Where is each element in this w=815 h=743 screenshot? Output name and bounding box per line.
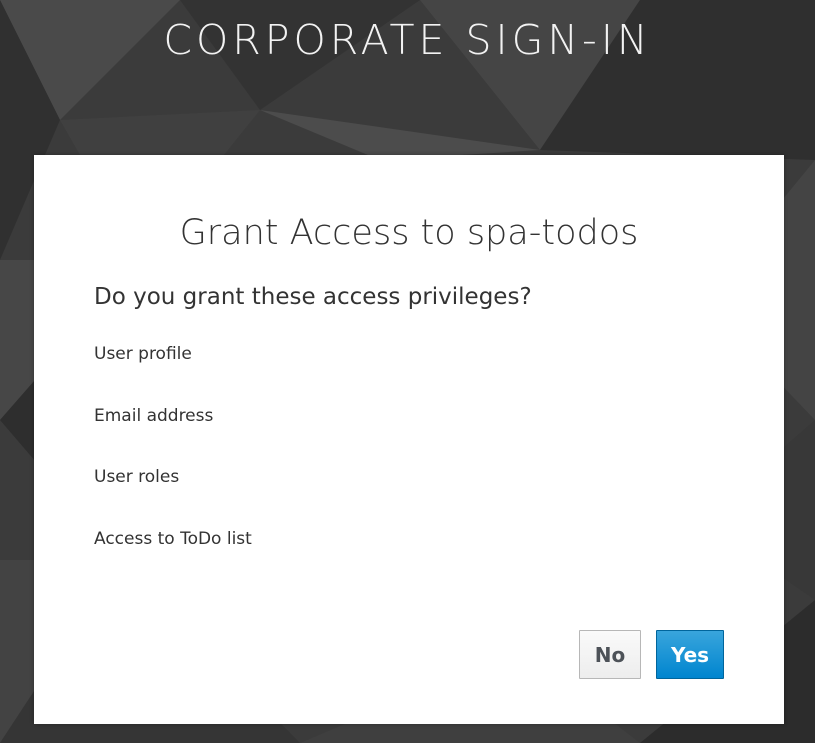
- privilege-user-roles: User roles: [94, 467, 180, 487]
- privileges-list: User profile Email address User roles Ac…: [94, 342, 252, 588]
- page-title: CORPORATE SIGN-IN: [163, 16, 652, 64]
- yes-button[interactable]: Yes: [656, 630, 724, 679]
- dialog-title: Grant Access to spa-todos: [179, 213, 639, 253]
- no-button[interactable]: No: [579, 630, 641, 679]
- access-question: Do you grant these access privileges?: [94, 284, 532, 310]
- grant-access-dialog: Grant Access to spa-todos Do you grant t…: [34, 155, 784, 724]
- privilege-user-profile: User profile: [94, 344, 192, 364]
- privilege-todo-list-access: Access to ToDo list: [94, 528, 252, 549]
- privilege-email-address: Email address: [94, 405, 214, 426]
